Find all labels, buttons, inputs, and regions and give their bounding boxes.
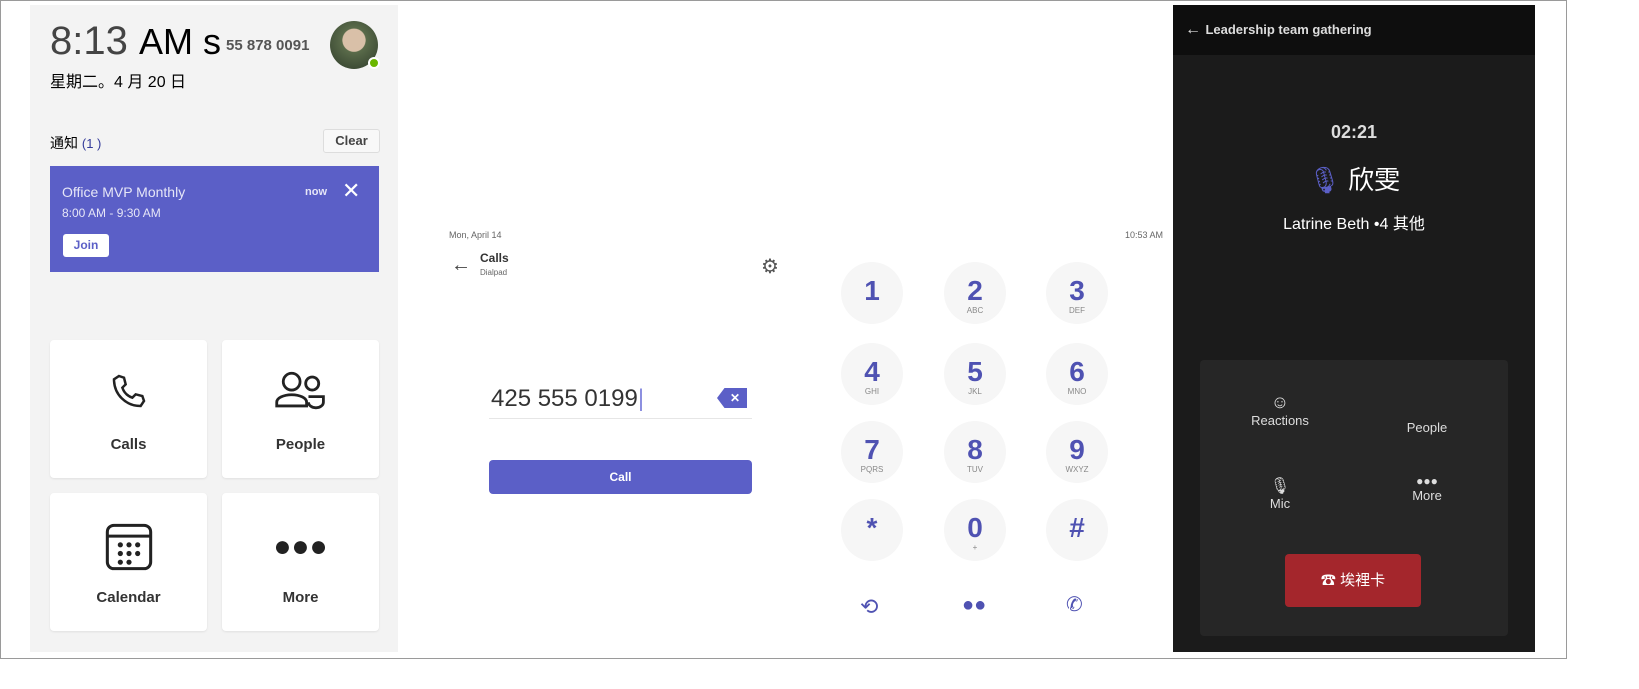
contacts-icon[interactable]: ●● <box>962 594 986 617</box>
key-letters: PQRS <box>860 465 884 474</box>
key-letters: JKL <box>968 387 982 396</box>
dialpad-key[interactable]: 5 JKL <box>944 343 1006 405</box>
page-title: Calls <box>480 251 509 265</box>
dialpad-key[interactable]: 0 + <box>944 499 1006 561</box>
speaker: 🎙 欣雯 <box>1307 165 1401 195</box>
participants: Latrine Beth •4 其他 <box>1283 216 1425 233</box>
notification-time: 8:00 AM - 9:30 AM <box>62 206 161 220</box>
key-digit: # <box>1069 512 1085 543</box>
clock: 8:13 AM s <box>50 19 221 63</box>
key-digit: 9 <box>1069 434 1085 465</box>
dialpad-key[interactable]: 3 DEF <box>1046 262 1108 324</box>
meeting-title: Leadership team gathering <box>1205 22 1372 37</box>
status-clock: 10:53 AM <box>1125 230 1164 240</box>
more-icon: ●●● <box>273 530 328 563</box>
mic-icon: 🎙 <box>1307 165 1341 195</box>
key-digit: 6 <box>1069 356 1085 387</box>
dialpad-key[interactable]: 2 ABC <box>944 262 1006 324</box>
key-digit: 4 <box>864 356 880 387</box>
more-button[interactable]: ●●● More <box>1367 474 1487 503</box>
back-arrow-icon[interactable]: ← <box>451 254 471 277</box>
notification-title: Office MVP Monthly <box>62 184 186 200</box>
key-digit: 8 <box>967 434 983 465</box>
hang-up-icon: ☎ <box>1320 572 1336 589</box>
page-subtitle: Dialpad <box>480 268 508 277</box>
more-icon: ●●● <box>1416 474 1438 488</box>
key-digit: 3 <box>1069 275 1085 306</box>
dialpad-key[interactable]: # <box>1046 499 1108 561</box>
presence-available-icon <box>368 57 380 69</box>
key-digit: * <box>866 512 878 543</box>
divider <box>489 418 752 419</box>
call-duration: 02:21 <box>1330 122 1378 142</box>
tile-more[interactable]: ●●● More <box>222 493 379 631</box>
notification-card[interactable]: Office MVP Monthly 8:00 AM - 9:30 AM now… <box>50 166 379 272</box>
meeting-panel: ← Leadership team gathering 02:21 🎙 欣雯 L… <box>1173 5 1535 652</box>
history-icon[interactable]: ⟲ <box>860 594 878 620</box>
status-date: Mon, April 14 <box>449 230 502 240</box>
join-button[interactable]: Join <box>63 234 109 257</box>
dialpad-key[interactable]: * <box>841 499 903 561</box>
dialpad-key[interactable]: 6 MNO <box>1046 343 1108 405</box>
close-icon[interactable]: ✕ <box>342 178 360 204</box>
hang-up-button[interactable]: ☎ 埃裡卡 <box>1285 554 1421 607</box>
notification-age: now <box>305 186 327 198</box>
park-call-icon[interactable]: ✆ <box>1066 592 1083 617</box>
key-letters: ABC <box>966 306 984 315</box>
key-digit: 1 <box>864 275 880 306</box>
key-letters: + <box>972 543 978 552</box>
meeting-header: ← Leadership team gathering <box>1173 5 1535 55</box>
controls-panel: ☺ Reactions People 🎙 Mic ●●● More ☎ 埃裡卡 <box>1200 360 1508 636</box>
calendar-icon <box>50 521 207 578</box>
phone-icon <box>50 368 207 419</box>
back-arrow-icon[interactable]: ← <box>1185 21 1205 38</box>
call-button[interactable]: Call <box>489 460 752 494</box>
dialpad-key[interactable]: 8 TUV <box>944 421 1006 483</box>
key-letters: WXYZ <box>1065 465 1089 474</box>
tile-calls[interactable]: Calls <box>50 340 207 478</box>
key-letters: DEF <box>1069 306 1085 315</box>
notifications-header: 通知 (1 ) <box>50 135 102 151</box>
tile-calendar[interactable]: Calendar <box>50 493 207 631</box>
date: 星期二。4 月 20 日 <box>50 74 187 91</box>
number-input[interactable]: 425 555 0199| <box>491 385 644 413</box>
key-digit: 0 <box>967 512 983 543</box>
key-digit: 7 <box>864 434 880 465</box>
people-icon <box>222 368 379 419</box>
key-digit: 5 <box>967 356 983 387</box>
lock-screen-panel: 8:13 AM s 55 878 0091 星期二。4 月 20 日 通知 (1… <box>30 5 398 652</box>
mic-button[interactable]: 🎙 Mic <box>1220 476 1340 511</box>
dialpad-key[interactable]: 1 <box>841 262 903 324</box>
key-letters: TUV <box>967 465 983 474</box>
reactions-icon: ☺ <box>1270 392 1290 412</box>
dialpad-key[interactable]: 4 GHI <box>841 343 903 405</box>
key-letters: MNO <box>1067 387 1087 396</box>
key-digit: 2 <box>967 275 983 306</box>
clear-button[interactable]: Clear <box>323 129 380 153</box>
key-letters: GHI <box>864 387 880 396</box>
reactions-button[interactable]: ☺ Reactions <box>1220 392 1340 428</box>
people-button[interactable]: People <box>1367 420 1487 435</box>
phone-number: 55 878 0091 <box>226 37 310 54</box>
mic-icon: 🎙 <box>1269 478 1291 495</box>
gear-icon[interactable]: ⚙ <box>761 254 779 279</box>
tile-people[interactable]: People <box>222 340 379 478</box>
dialpad-key[interactable]: 9 WXYZ <box>1046 421 1108 483</box>
dialpad-key[interactable]: 7 PQRS <box>841 421 903 483</box>
